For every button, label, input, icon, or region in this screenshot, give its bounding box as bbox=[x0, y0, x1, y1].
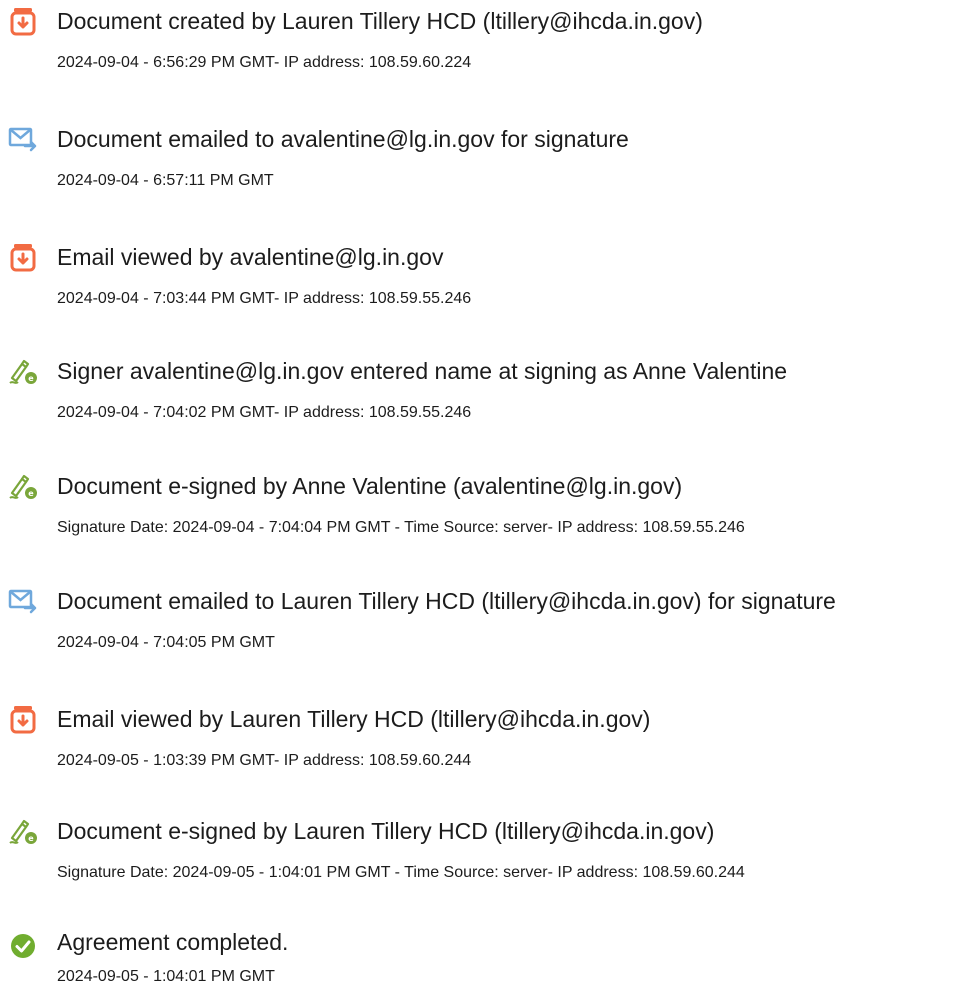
svg-text:e: e bbox=[28, 834, 34, 843]
event-detail: Signature Date: 2024-09-05 - 1:04:01 PM … bbox=[57, 864, 745, 881]
svg-text:e: e bbox=[28, 489, 34, 498]
email-sent-icon bbox=[8, 124, 38, 154]
event-title: Document e-signed by Lauren Tillery HCD … bbox=[57, 818, 715, 844]
signature-pen-icon: e bbox=[8, 816, 38, 846]
document-viewed-icon bbox=[8, 704, 38, 734]
signature-pen-icon: e bbox=[8, 471, 38, 501]
event-title: Signer avalentine@lg.in.gov entered name… bbox=[57, 358, 788, 384]
event-detail: 2024-09-04 - 6:57:11 PM GMT bbox=[57, 172, 274, 189]
event-title: Document e-signed by Anne Valentine (ava… bbox=[57, 473, 683, 499]
signature-pen-icon: e bbox=[8, 356, 38, 386]
document-viewed-icon bbox=[8, 242, 38, 272]
document-created-icon bbox=[8, 6, 38, 36]
event-title: Document emailed to avalentine@lg.in.gov… bbox=[57, 126, 629, 152]
event-detail: 2024-09-04 - 7:03:44 PM GMT- IP address:… bbox=[57, 290, 472, 307]
event-title: Agreement completed. bbox=[57, 929, 289, 955]
event-detail: 2024-09-04 - 6:56:29 PM GMT- IP address:… bbox=[57, 54, 472, 71]
event-detail: 2024-09-05 - 1:04:01 PM GMT bbox=[57, 968, 275, 985]
event-title: Email viewed by avalentine@lg.in.gov bbox=[57, 244, 444, 270]
event-detail: 2024-09-04 - 7:04:02 PM GMT- IP address:… bbox=[57, 404, 472, 421]
event-title: Email viewed by Lauren Tillery HCD (ltil… bbox=[57, 706, 651, 732]
checkmark-circle-icon bbox=[8, 931, 38, 961]
event-detail: Signature Date: 2024-09-04 - 7:04:04 PM … bbox=[57, 519, 745, 536]
event-title: Document emailed to Lauren Tillery HCD (… bbox=[57, 588, 836, 614]
email-sent-icon bbox=[8, 586, 38, 616]
svg-text:e: e bbox=[28, 374, 34, 383]
event-detail: 2024-09-05 - 1:03:39 PM GMT- IP address:… bbox=[57, 752, 472, 769]
event-detail: 2024-09-04 - 7:04:05 PM GMT bbox=[57, 634, 275, 651]
event-title: Document created by Lauren Tillery HCD (… bbox=[57, 8, 703, 34]
